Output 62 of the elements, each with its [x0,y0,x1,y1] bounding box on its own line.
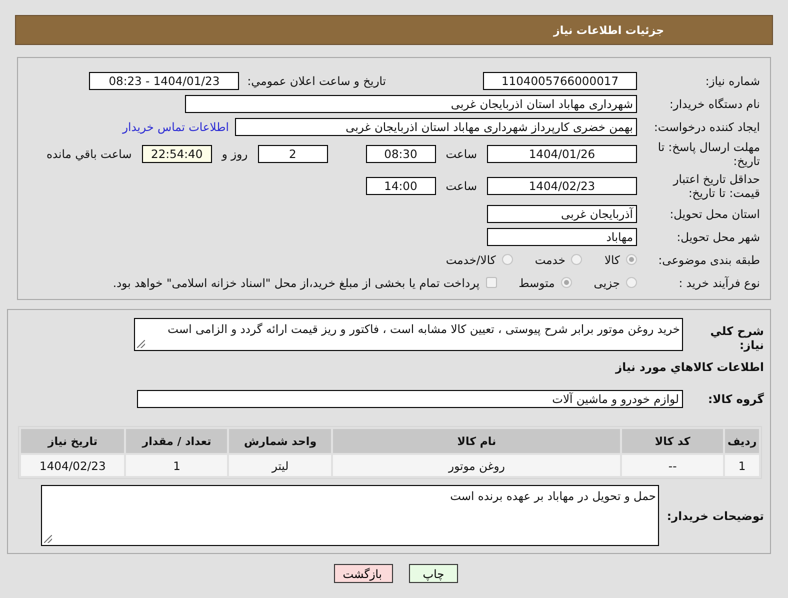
radio-label: خدمت [534,252,566,266]
contact-link[interactable]: اطلاعات تماس خریدار [122,120,229,134]
table-cell: -- [622,455,724,476]
column-header: ردیف [725,429,759,453]
province-field: آذربایجان غربی [487,204,637,222]
date-field: 1404/01/26 [487,145,637,163]
days-field: 2 [258,145,328,163]
field-label: طبقه بندی موضوعی: [657,252,761,266]
buyer-field: شهرداری مهاباد استان اذربایجان غربی [185,94,637,112]
date-field: 1404/02/23 [487,177,637,195]
field-label: نوع فرآیند خرید : [678,276,761,290]
city-field: مهاباد [487,228,637,246]
table-cell: 1404/02/23 [21,455,124,476]
radio-label: کالا/خدمت [446,252,496,266]
radio-label: کالا [604,252,620,266]
field-label: حداقل تاریخ اعتبار قیمت: تا تاریخ: [672,172,761,200]
time-label: ساعت [446,147,477,161]
table-cell: لیتر [229,455,332,476]
field-label: تاریخ و ساعت اعلان عمومي: [247,74,386,88]
creator-field: بهمن خضری کارپرداز شهرداری مهاباد استان اذربایجان غربی [235,118,637,136]
field-label: توضیحات خریدار: [666,508,765,523]
need-number-field: 1104005766000017 [483,72,637,90]
table-cell: 1 [126,455,228,476]
radio-label: متوسط [518,276,555,290]
checkbox[interactable] [486,277,497,288]
time-field: 08:30 [366,145,436,163]
column-header: تاریخ نیاز [21,429,124,453]
field-label: ایجاد کننده درخواست: [653,120,761,134]
print-button[interactable]: چاپ [409,564,458,583]
field-label: شهر محل تحویل: [676,230,761,244]
days-label: روز و [222,147,248,161]
back-button[interactable]: بازگشت [334,564,393,583]
page-title: جزئیات اطلاعات نیاز [554,24,664,36]
remaining-time-field: 22:54:40 [142,145,212,163]
radio-button[interactable] [626,277,637,288]
description-textarea[interactable]: خرید روغن موتور برابر شرح پیوستی ، تعیین کالا مشابه است ، فاکتور و ریز قیمت ارائه گردد و الزامی است [134,318,683,351]
time-label: ساعت [446,179,477,193]
radio-label: جزیی [594,276,620,290]
announce-date-field: 1404/01/23 - 08:23 [89,72,240,90]
resize-grip-icon [137,340,145,348]
field-label: مهلت ارسال پاسخ: تا تاریخ: [656,140,761,168]
checkbox-label: پرداخت تمام یا بخشی از مبلغ خرید،از محل "اسناد خزانه اسلامی" خواهد بود. [112,276,480,290]
field-label: استان محل تحویل: [668,206,761,220]
resize-grip-icon [44,535,52,543]
radio-button[interactable] [502,254,513,265]
column-header: واحد شمارش [229,429,332,453]
buyer-notes-textarea[interactable]: حمل و تحویل در مهاباد بر عهده برنده است [41,485,659,546]
field-label: شرح کلي نیاز: [709,323,765,352]
remaining-label: ساعت باقي مانده [46,147,132,161]
column-header: نام کالا [333,429,620,453]
radio-button[interactable] [560,277,572,288]
section-title: اطلاعات کالاهاي مورد نیاز [614,360,765,374]
field-label: نام دستگاه خریدار: [668,96,761,110]
column-header: تعداد / مقدار [126,429,228,453]
table-cell: روغن موتور [333,455,620,476]
radio-button[interactable] [626,254,637,265]
time-field: 14:00 [366,177,436,195]
radio-button[interactable] [571,254,582,265]
goods-group-field: لوازم خودرو و ماشین آلات [137,390,683,408]
field-label: شماره نیاز: [704,74,761,88]
column-header: کد کالا [622,429,724,453]
table-cell: 1 [725,455,759,476]
